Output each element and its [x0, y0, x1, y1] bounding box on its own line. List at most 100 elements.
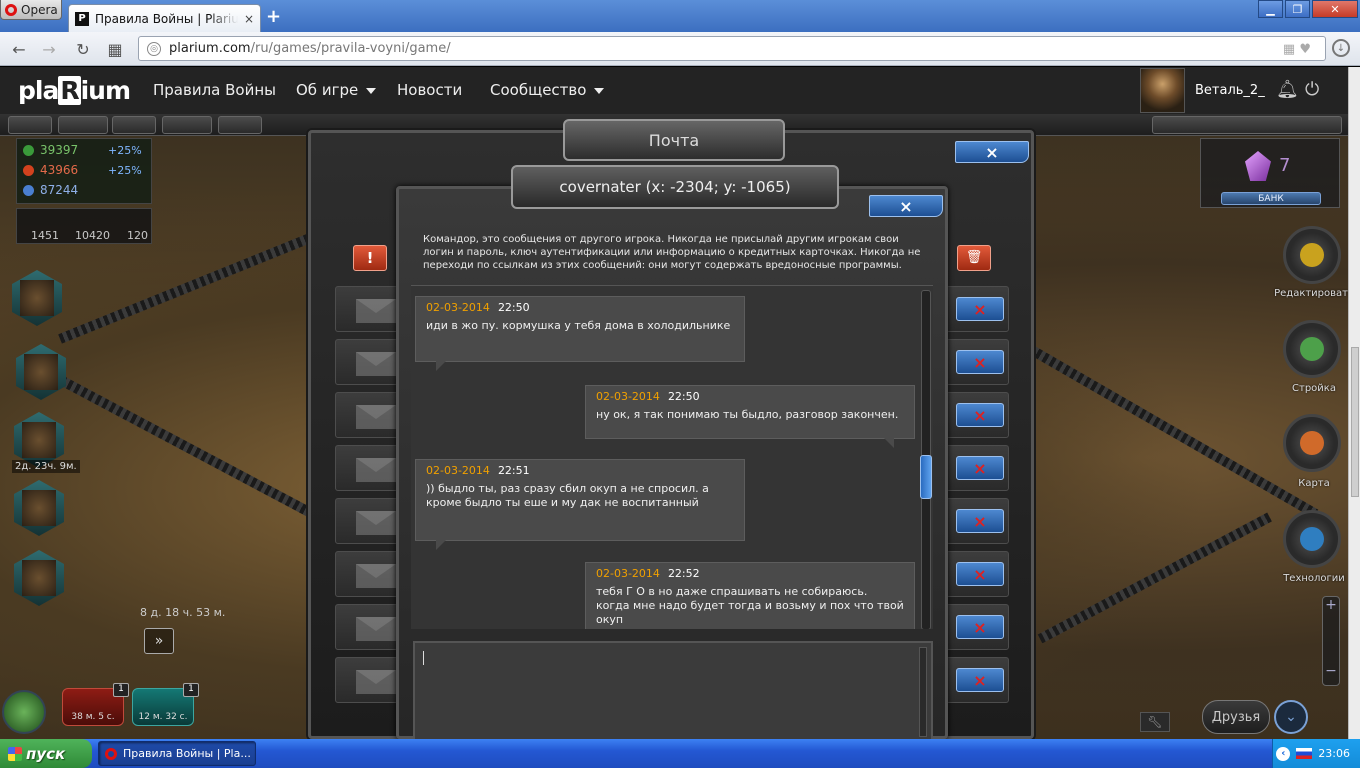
mail-button[interactable]: [218, 116, 262, 134]
tab-close-button[interactable]: ×: [244, 12, 254, 26]
trophy-button[interactable]: [112, 116, 156, 134]
menu-item-community[interactable]: Сообщество: [490, 81, 605, 99]
resource-value: 87244: [40, 183, 79, 197]
delete-mail-button[interactable]: ×: [956, 297, 1004, 321]
game-canvas[interactable]: 39397 +25% 43966 +25% 87244 1451 10420 120…: [0, 114, 1348, 739]
build-label: Стройка: [1292, 383, 1336, 394]
bank-panel[interactable]: 7 БАНК: [1200, 138, 1340, 208]
address-bar[interactable]: ◎ plarium.com/ru/games/pravila-voyni/gam…: [138, 36, 1326, 61]
trash-icon[interactable]: 🗑︎: [957, 245, 991, 271]
message-text: иди в жо пу. кормушка у тебя дома в холо…: [426, 319, 731, 332]
delete-mail-button[interactable]: ×: [956, 350, 1004, 374]
map-icon: [1300, 431, 1324, 455]
windows-taskbar: пуск Правила Войны | Pla... ‹ 23:06: [0, 739, 1360, 768]
chevron-down-icon[interactable]: ⌄: [1274, 700, 1308, 734]
message-time: 22:51: [497, 464, 530, 477]
zoom-control[interactable]: + −: [1322, 596, 1340, 686]
map-button[interactable]: [1283, 414, 1341, 472]
defense-queue-button[interactable]: 12 м. 32 с. 1: [132, 683, 199, 726]
language-flag-icon[interactable]: [1296, 748, 1313, 759]
menu-item-about[interactable]: Об игре: [296, 81, 377, 99]
tech-label: Технологии: [1283, 573, 1345, 584]
window-minimize-button[interactable]: ▁: [1258, 0, 1283, 18]
speed-dial-icon[interactable]: ▦: [104, 38, 126, 60]
download-icon[interactable]: ↓: [1332, 39, 1350, 57]
edit-button[interactable]: [1283, 226, 1341, 284]
mail-title: Почта: [563, 119, 785, 161]
message-scrollbar[interactable]: [920, 290, 932, 629]
window-close-button[interactable]: ✕: [1312, 0, 1358, 18]
message-text: )) быдло ты, раз сразу сбил окуп а не сп…: [426, 482, 709, 509]
attack-queue-button[interactable]: 38 м. 5 с. 1: [62, 683, 129, 726]
zoom-out-icon[interactable]: −: [1323, 663, 1339, 679]
money-icon: [23, 184, 34, 196]
input-scrollbar[interactable]: [919, 647, 927, 737]
avatar[interactable]: [1140, 68, 1185, 113]
tab-title: Правила Войны | Plarium: [95, 11, 238, 26]
message-date: 02-03-2014: [596, 390, 660, 403]
site-header: plaRium Правила Войны Об игре Новости Со…: [0, 67, 1348, 114]
envelope-icon: [356, 405, 396, 429]
mail-report-button[interactable]: !: [353, 245, 387, 271]
delete-mail-button[interactable]: ×: [956, 615, 1004, 639]
grid-icon[interactable]: ▦: [1283, 42, 1295, 57]
bell-icon[interactable]: 🔔︎: [1276, 79, 1299, 100]
page-scrollbar[interactable]: [1348, 67, 1360, 739]
delete-mail-button[interactable]: ×: [956, 456, 1004, 480]
menu-item-news[interactable]: Новости: [397, 81, 462, 99]
units-infantry-count: 1451: [31, 229, 59, 242]
opera-menu-button[interactable]: Opera: [0, 0, 62, 20]
user-profile[interactable]: Веталь_2_: [1140, 67, 1265, 114]
back-icon[interactable]: ←: [8, 38, 30, 60]
delete-mail-button[interactable]: ×: [956, 668, 1004, 692]
plarium-logo[interactable]: plaRium: [18, 76, 131, 105]
settings-toolbar[interactable]: [1152, 116, 1342, 134]
zoom-in-icon[interactable]: +: [1323, 597, 1339, 613]
delete-mail-button[interactable]: ×: [956, 403, 1004, 427]
chat-close-button[interactable]: ×: [869, 195, 943, 217]
build-button[interactable]: [1283, 320, 1341, 378]
atom-icon: [1300, 527, 1324, 551]
tray-expand-icon[interactable]: ‹: [1276, 746, 1291, 761]
new-tab-button[interactable]: +: [266, 6, 281, 27]
building-slot-1[interactable]: [12, 270, 62, 326]
window-maximize-button[interactable]: ❐: [1285, 0, 1310, 18]
forward-icon[interactable]: →: [38, 38, 60, 60]
rating-button[interactable]: [58, 116, 108, 134]
mail-close-button[interactable]: ×: [955, 141, 1029, 163]
globe-icon: ◎: [147, 41, 161, 56]
building-slot-2[interactable]: [16, 344, 66, 400]
message-bubble: 02-03-2014 22:50 ну ок, я так понимаю ты …: [585, 385, 915, 448]
scrollbar-thumb[interactable]: [920, 455, 932, 499]
menu-item-game[interactable]: Правила Войны: [153, 81, 276, 99]
taskbar-item-opera[interactable]: Правила Войны | Pla...: [98, 741, 256, 766]
friends-button[interactable]: Друзья: [1202, 700, 1270, 734]
stats-button[interactable]: [8, 116, 52, 134]
menu-item-community-label: Сообщество: [490, 81, 587, 99]
start-button[interactable]: пуск: [0, 739, 92, 768]
reload-icon[interactable]: ↻: [72, 38, 94, 60]
clock[interactable]: 23:06: [1318, 747, 1350, 760]
windows-logo-icon: [8, 746, 22, 761]
logo-part-1: pla: [18, 76, 59, 105]
bank-button[interactable]: БАНК: [1221, 192, 1321, 205]
envelope-icon: [356, 299, 396, 323]
uranium-icon: [23, 164, 34, 176]
fast-forward-button[interactable]: »: [144, 628, 174, 654]
delete-mail-button[interactable]: ×: [956, 509, 1004, 533]
tech-button[interactable]: [1283, 510, 1341, 568]
building-slot-5[interactable]: [14, 550, 64, 606]
message-input[interactable]: [413, 641, 933, 739]
delete-mail-button[interactable]: ×: [956, 562, 1004, 586]
message-bubble: 02-03-2014 22:52 тебя Г О в но даже спраш…: [585, 562, 915, 629]
browser-tab[interactable]: P Правила Войны | Plarium ×: [68, 4, 261, 32]
heart-icon[interactable]: ♥: [1299, 42, 1311, 57]
scrollbar-thumb[interactable]: [1351, 347, 1359, 497]
tickets-button[interactable]: [162, 116, 212, 134]
power-icon[interactable]: ⏻: [1305, 79, 1319, 100]
wrench-icon[interactable]: 🔧︎: [1140, 712, 1170, 732]
building-slot-4[interactable]: [14, 480, 64, 536]
message-list[interactable]: 02-03-2014 22:50 иди в жо пу. кормушка у …: [411, 285, 933, 629]
taskbar-item-label: Правила Войны | Pla...: [123, 747, 251, 760]
crystal-count: 7: [1279, 155, 1291, 176]
